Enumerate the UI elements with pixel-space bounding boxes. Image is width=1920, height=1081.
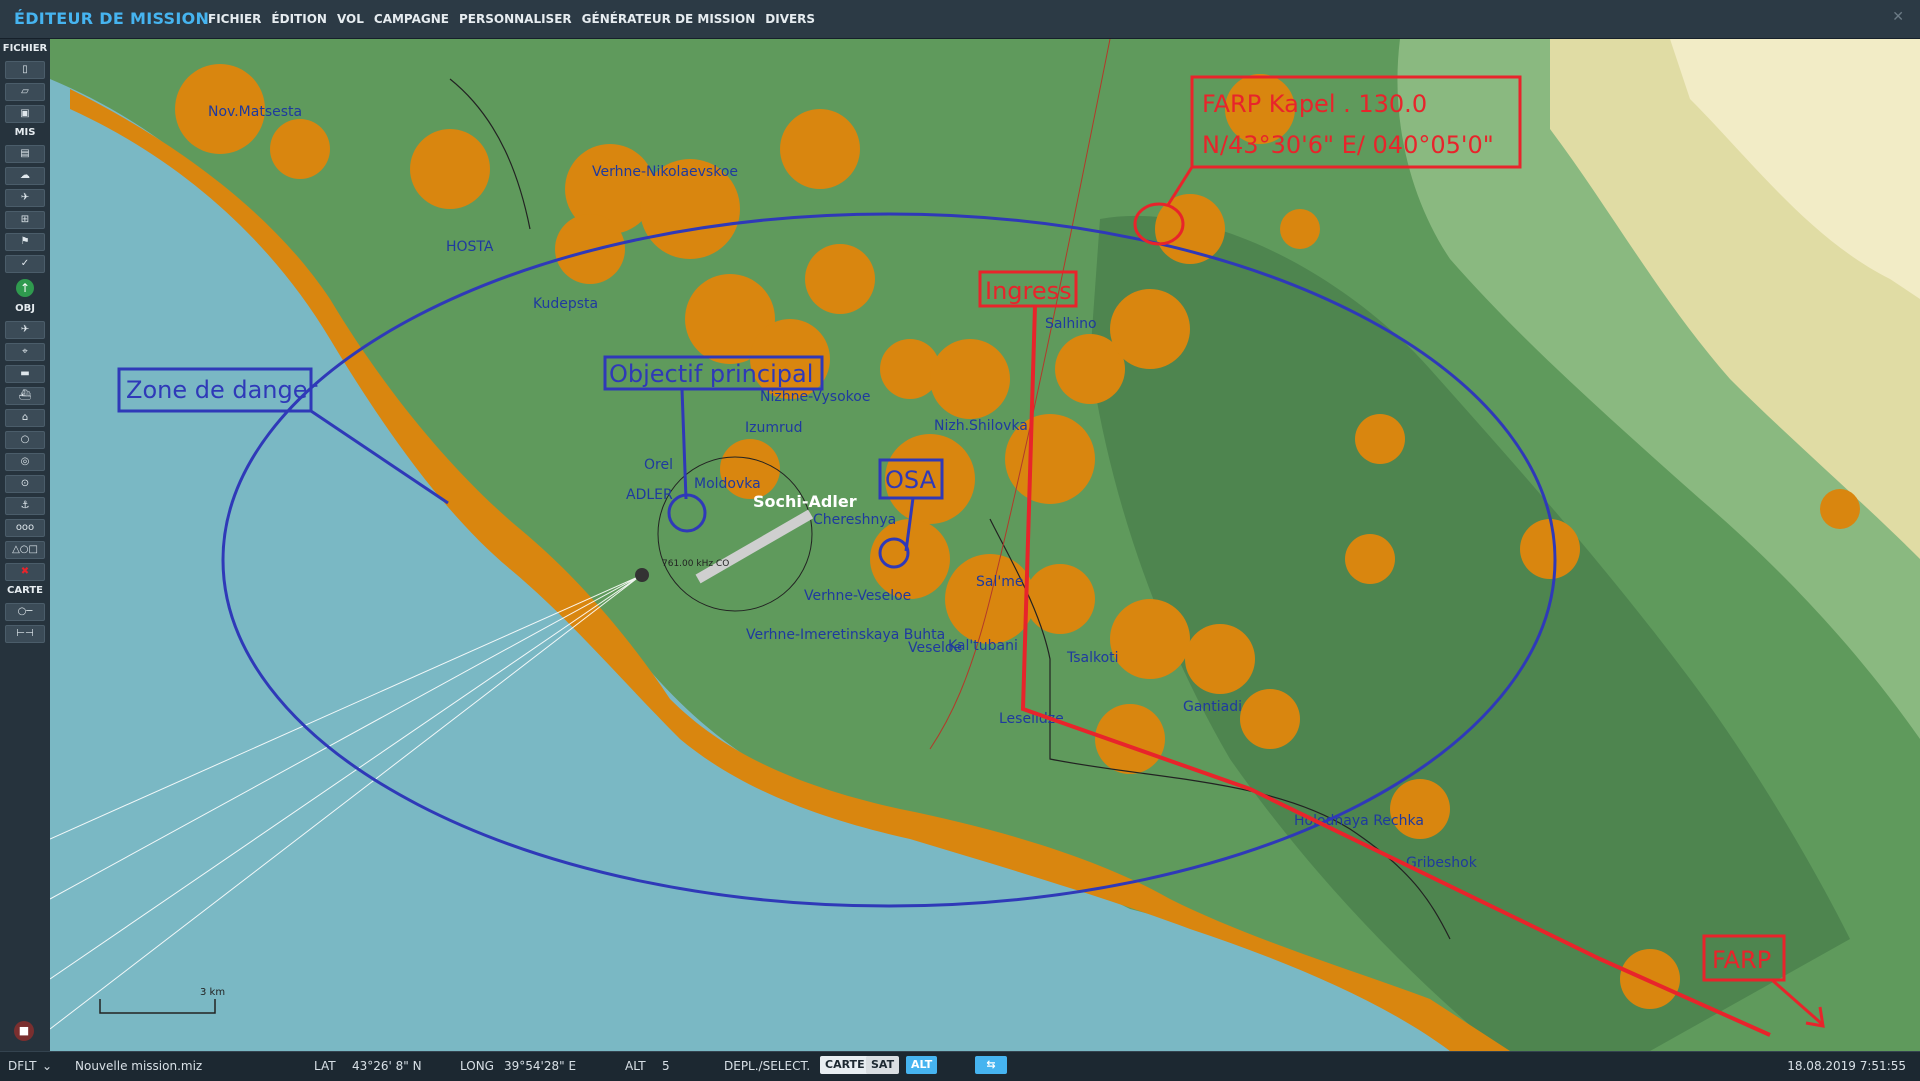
section-carte: CARTE xyxy=(7,585,43,596)
town-label: Moldovka xyxy=(694,476,761,492)
formation-icon[interactable]: ooo xyxy=(5,519,45,537)
lat-value: 43°26' 8" N xyxy=(352,1059,422,1073)
airbase-label: Sochi-Adler xyxy=(753,492,857,511)
alt-label: ALT xyxy=(625,1059,646,1073)
town-label: Nizhne-Vysokoe xyxy=(760,389,870,405)
approach-line xyxy=(50,575,641,1030)
lat-label: LAT xyxy=(314,1059,336,1073)
carrier-icon[interactable]: ⚓ xyxy=(5,497,45,515)
target-icon[interactable]: ◎ xyxy=(5,453,45,471)
town-label: Tsalkoti xyxy=(1066,650,1119,666)
frequency-label: 761.00 kHz CO xyxy=(662,559,729,569)
town-label: Kudepsta xyxy=(533,296,598,312)
zone-icon[interactable]: ⊙ xyxy=(5,475,45,493)
chevron-down-icon[interactable]: ⌄ xyxy=(42,1059,52,1073)
flag-icon[interactable]: ⚑ xyxy=(5,233,45,251)
scale-label: 3 km xyxy=(200,987,225,998)
town-label: Gantiadi xyxy=(1183,699,1242,715)
map-filter-icon[interactable]: ⇆ xyxy=(975,1056,1007,1074)
mode-label: DEPL./SELECT. xyxy=(724,1059,811,1073)
town-label: Kal'tubani xyxy=(948,638,1018,654)
map-canvas[interactable]: Nov.Matsesta Verhne-Nikolaevskoe HOSTA K… xyxy=(50,39,1920,1051)
map-mode-carte-button[interactable]: CARTE xyxy=(820,1056,870,1074)
menu-bar: ÉDITEUR DE MISSION FICHIER ÉDITION VOL C… xyxy=(0,0,1920,39)
check-icon[interactable]: ✓ xyxy=(5,255,45,273)
long-value: 39°54'28" E xyxy=(504,1059,577,1073)
static-object-icon[interactable]: ⌂ xyxy=(5,409,45,427)
long-label: LONG xyxy=(460,1059,494,1073)
app-title: ÉDITEUR DE MISSION xyxy=(14,9,210,28)
close-icon[interactable]: ✕ xyxy=(1892,9,1904,25)
alt-value: 5 xyxy=(662,1059,670,1073)
town-label: Nizh.Shilovka xyxy=(934,418,1028,434)
beacon-icon xyxy=(635,568,649,582)
ship-icon[interactable]: ⛴ xyxy=(5,387,45,405)
town-label: Chereshnya xyxy=(813,512,896,528)
objective-label: Objectif principal xyxy=(609,360,813,388)
menu-personnaliser[interactable]: PERSONNALISER xyxy=(459,12,572,26)
menu-vol[interactable]: VOL xyxy=(337,12,364,26)
main-menu: FICHIER ÉDITION VOL CAMPAGNE PERSONNALIS… xyxy=(208,12,815,26)
section-obj: OBJ xyxy=(15,303,35,314)
map-tool-icon[interactable]: ○─ xyxy=(5,603,45,621)
stop-icon[interactable]: ■ xyxy=(14,1021,34,1041)
waypoint-icon[interactable]: ○ xyxy=(5,431,45,449)
open-file-icon[interactable]: ▱ xyxy=(5,83,45,101)
town-label: Verhne-Nikolaevskoe xyxy=(592,164,738,180)
menu-generateur[interactable]: GÉNÉRATEUR DE MISSION xyxy=(582,12,756,26)
town-label: Sal'me xyxy=(976,574,1023,590)
section-fichier: FICHIER xyxy=(2,43,48,54)
osa-label: OSA xyxy=(885,466,937,494)
datetime: 18.08.2019 7:51:55 xyxy=(1787,1059,1906,1073)
aircraft-icon[interactable]: ✈ xyxy=(5,189,45,207)
map-mode-sat-button[interactable]: SAT xyxy=(866,1056,900,1074)
briefing-icon[interactable]: ▤ xyxy=(5,145,45,163)
town-label: Verhne-Veseloe xyxy=(804,588,911,604)
scale-bar xyxy=(99,999,216,1014)
helicopter-icon[interactable]: ⌖ xyxy=(5,343,45,361)
town-label: Nov.Matsesta xyxy=(208,104,302,120)
town-label: Orel xyxy=(644,457,673,473)
save-file-icon[interactable]: ▣ xyxy=(5,105,45,123)
town-label: Salhino xyxy=(1045,316,1097,332)
status-bar: DFLT ⌄ Nouvelle mission.miz LAT 43°26' 8… xyxy=(0,1051,1920,1081)
mission-filename: Nouvelle mission.miz xyxy=(75,1059,203,1073)
town-label: ADLER xyxy=(626,487,673,503)
weather-icon[interactable]: ☁ xyxy=(5,167,45,185)
arrow-up-icon[interactable]: ↑ xyxy=(16,279,34,297)
menu-fichier[interactable]: FICHIER xyxy=(208,12,261,26)
profile-select[interactable]: DFLT xyxy=(8,1059,37,1073)
plane-icon[interactable]: ✈ xyxy=(5,321,45,339)
delete-icon[interactable]: ✖ xyxy=(5,563,45,581)
farp-kapel-line1: FARP Kapel . 130.0 xyxy=(1202,90,1427,118)
ingress-label: Ingress xyxy=(985,277,1072,305)
triggers-icon[interactable]: ⊞ xyxy=(5,211,45,229)
shapes-icon[interactable]: △○□ xyxy=(5,541,45,559)
new-file-icon[interactable]: ▯ xyxy=(5,61,45,79)
menu-campagne[interactable]: CAMPAGNE xyxy=(374,12,449,26)
ground-unit-icon[interactable]: ▬ xyxy=(5,365,45,383)
left-toolbar: FICHIER ▯ ▱ ▣ MIS ▤ ☁ ✈ ⊞ ⚑ ✓ ↑ OBJ ✈ ⌖ … xyxy=(0,39,51,1051)
danger-zone-label: Zone de danger xyxy=(126,376,318,404)
menu-divers[interactable]: DIVERS xyxy=(765,12,815,26)
farp-kapel-line2: N/43°30'6" E/ 040°05'0" xyxy=(1202,131,1494,159)
farp-label: FARP xyxy=(1712,946,1771,974)
menu-edition[interactable]: ÉDITION xyxy=(271,12,327,26)
town-label: HOSTA xyxy=(446,239,494,255)
map-view[interactable]: Nov.Matsesta Verhne-Nikolaevskoe HOSTA K… xyxy=(50,39,1920,1051)
map-mode-alt-button[interactable]: ALT xyxy=(906,1056,938,1074)
ruler-icon[interactable]: ⊢⊣ xyxy=(5,625,45,643)
section-mis: MIS xyxy=(14,127,36,138)
town-label: Izumrud xyxy=(745,420,803,436)
